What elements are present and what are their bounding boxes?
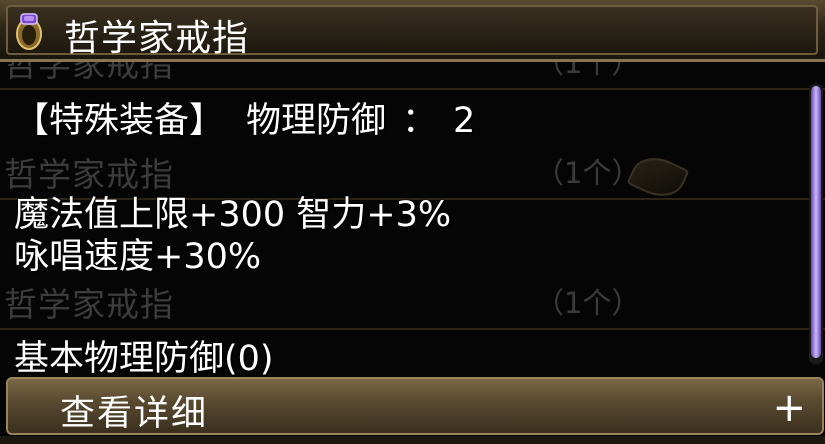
defense-value: 2 [453,101,476,141]
tooltip-body: 【特殊装备】 物理防御： 2 魔法值上限+300 智力+3% 咏唱速度+30% 基本… [0,62,808,379]
view-details-button[interactable]: 查看详细 + [6,377,824,435]
item-title: 哲学家戒指 [64,18,250,59]
view-details-label: 查看详细 [60,394,209,434]
ring-icon [16,13,42,50]
base-defense-line: 基本物理防御(0) [14,339,274,379]
bottom-divider [0,436,825,444]
defense-line: 【特殊装备】 物理防御 ： 2 [14,92,475,143]
scrollbar-thumb[interactable] [811,86,821,358]
item-tooltip-panel: 哲学家戒指 （1个） 哲学家戒指 （1个） 哲学家戒指 （1个） 哲学家戒指 【… [0,0,825,444]
defense-label: 物理防御 [246,101,387,141]
item-category: 【特殊装备】 [14,101,225,141]
tooltip-header: 哲学家戒指 [0,0,825,62]
tooltip-scrollbar[interactable] [809,84,823,364]
stat-line-2: 咏唱速度+30% [14,237,262,277]
defense-separator: ： [402,101,438,141]
plus-icon[interactable]: + [772,385,806,431]
